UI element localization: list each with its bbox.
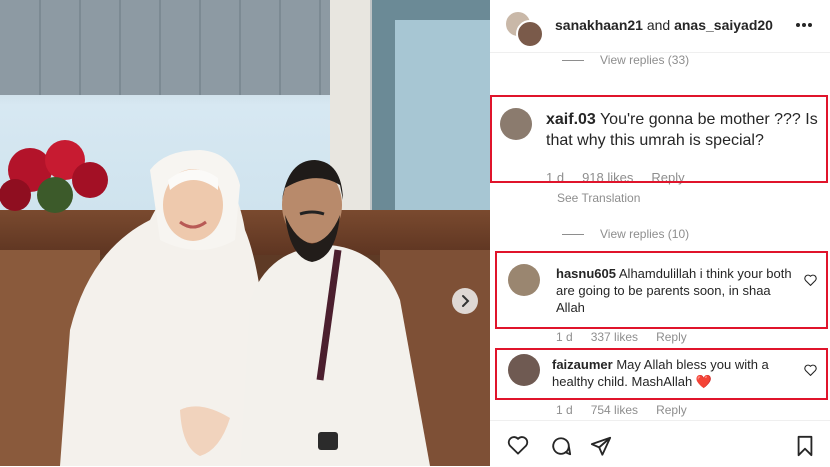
share-icon[interactable] [590,435,612,457]
heart-icon[interactable] [804,364,817,376]
action-bar [490,420,830,467]
divider [562,60,584,62]
owner-username[interactable]: anas_saiyad20 [674,17,773,33]
avatar[interactable] [500,108,532,140]
comment-meta: 1 d 337 likes Reply [556,330,705,344]
next-photo-button[interactable] [452,288,478,314]
see-translation-link[interactable]: See Translation [557,191,640,205]
comment-text: xaif.03 You're gonna be mother ??? Is th… [546,109,826,151]
view-replies[interactable]: View replies (33) [562,53,689,67]
comment-text: faizaumer May Allah bless you with a hea… [552,356,792,390]
owner-avatars[interactable] [504,10,544,48]
view-replies[interactable]: View replies (10) [562,227,689,241]
comment-meta: 1 d 918 likes Reply [546,170,703,185]
comment-meta: 1 d 754 likes Reply [556,403,705,417]
heart-icon[interactable] [507,435,529,455]
photo-illustration [0,0,490,466]
avatar[interactable] [508,264,540,296]
post-header: sanakhaan21 and anas_saiyad20 [490,0,830,53]
comment-username[interactable]: hasnu605 [556,266,616,281]
chevron-right-icon [462,295,470,307]
avatar [516,20,544,48]
comment-time: 1 d [556,330,573,344]
post-owners: sanakhaan21 and anas_saiyad20 [555,17,773,33]
comment-likes[interactable]: 918 likes [582,170,633,185]
owner-connector: and [642,17,675,33]
divider [562,234,584,236]
comment-likes[interactable]: 754 likes [591,403,638,417]
heart-icon[interactable] [804,274,817,286]
owner-username[interactable]: sanakhaan21 [555,17,643,33]
comment-icon[interactable] [550,435,572,457]
view-replies-label: View replies (10) [600,227,690,241]
comment-username[interactable]: faizaumer [552,357,613,372]
post-photo [0,0,490,466]
comment-likes[interactable]: 337 likes [591,330,638,344]
comment-time: 1 d [556,403,573,417]
reply-button[interactable]: Reply [651,170,684,185]
comment-time: 1 d [546,170,565,185]
avatar[interactable] [508,354,540,386]
more-icon[interactable] [795,22,813,28]
comment-username[interactable]: xaif.03 [546,111,596,128]
reply-button[interactable]: Reply [656,403,687,417]
red-heart-emoji: ❤️ [695,374,713,390]
bookmark-icon[interactable] [795,435,815,457]
reply-button[interactable]: Reply [656,330,687,344]
comment-text: hasnu605 Alhamdulillah i think your both… [556,265,796,316]
view-replies-label: View replies (33) [600,53,690,67]
comments-panel: sanakhaan21 and anas_saiyad20 View repli… [490,0,830,466]
